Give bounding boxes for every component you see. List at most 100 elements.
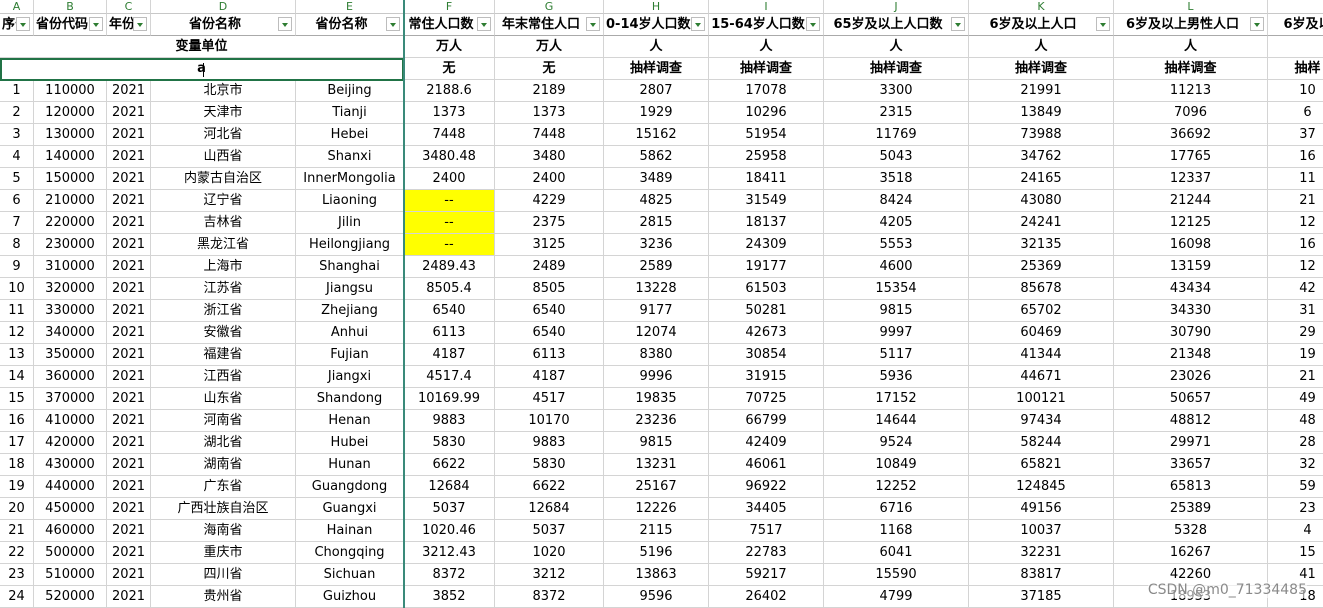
table-cell[interactable]: 25958 bbox=[709, 146, 824, 168]
table-cell[interactable]: 17 bbox=[0, 432, 34, 454]
table-cell[interactable]: Sichuan bbox=[296, 564, 404, 586]
table-cell[interactable]: 浙江省 bbox=[151, 300, 296, 322]
table-cell[interactable]: 2021 bbox=[107, 124, 151, 146]
table-cell[interactable]: Shanghai bbox=[296, 256, 404, 278]
table-cell[interactable]: 湖南省 bbox=[151, 454, 296, 476]
header-cell[interactable]: 65岁及以上人口数 bbox=[824, 14, 969, 36]
table-cell[interactable]: 130000 bbox=[34, 124, 107, 146]
table-cell[interactable]: 2021 bbox=[107, 190, 151, 212]
table-cell[interactable]: 14 bbox=[0, 366, 34, 388]
table-cell[interactable]: 21991 bbox=[969, 80, 1114, 102]
table-cell[interactable]: 4799 bbox=[824, 586, 969, 608]
table-cell[interactable]: 42 bbox=[1268, 278, 1323, 300]
table-cell[interactable]: Jiangxi bbox=[296, 366, 404, 388]
table-cell[interactable]: 210000 bbox=[34, 190, 107, 212]
table-cell[interactable]: 黑龙江省 bbox=[151, 234, 296, 256]
table-cell[interactable]: 23026 bbox=[1114, 366, 1268, 388]
table-cell[interactable]: 8372 bbox=[495, 586, 604, 608]
table-cell[interactable]: 42409 bbox=[709, 432, 824, 454]
table-cell[interactable]: 12125 bbox=[1114, 212, 1268, 234]
table-cell[interactable]: 9815 bbox=[824, 300, 969, 322]
table-cell[interactable]: 13231 bbox=[604, 454, 709, 476]
unit-cell[interactable]: 人 bbox=[969, 36, 1114, 58]
table-cell[interactable]: 2115 bbox=[604, 520, 709, 542]
table-cell[interactable]: 2189 bbox=[495, 80, 604, 102]
table-cell[interactable]: 100121 bbox=[969, 388, 1114, 410]
table-cell[interactable]: 广西壮族自治区 bbox=[151, 498, 296, 520]
filter-dropdown-icon[interactable] bbox=[386, 17, 400, 31]
table-cell[interactable]: 5196 bbox=[604, 542, 709, 564]
table-cell[interactable]: 广东省 bbox=[151, 476, 296, 498]
table-cell[interactable]: 11769 bbox=[824, 124, 969, 146]
column-letter-K[interactable]: K bbox=[969, 0, 1114, 14]
table-cell[interactable]: 3 bbox=[0, 124, 34, 146]
table-cell[interactable]: 20 bbox=[0, 498, 34, 520]
table-cell[interactable]: 吉林省 bbox=[151, 212, 296, 234]
table-cell[interactable]: 12074 bbox=[604, 322, 709, 344]
table-cell[interactable]: 21348 bbox=[1114, 344, 1268, 366]
column-letter-F[interactable]: F bbox=[404, 0, 495, 14]
table-cell[interactable]: 1373 bbox=[495, 102, 604, 124]
table-cell[interactable]: 7 bbox=[0, 212, 34, 234]
table-cell[interactable]: Zhejiang bbox=[296, 300, 404, 322]
table-cell[interactable]: 29971 bbox=[1114, 432, 1268, 454]
table-cell[interactable]: Fujian bbox=[296, 344, 404, 366]
table-cell[interactable]: 山西省 bbox=[151, 146, 296, 168]
table-cell[interactable]: 31 bbox=[1268, 300, 1323, 322]
filter-dropdown-icon[interactable] bbox=[1096, 17, 1110, 31]
table-cell[interactable]: 50281 bbox=[709, 300, 824, 322]
source-cell[interactable]: 无 bbox=[495, 58, 604, 80]
table-cell[interactable]: 49 bbox=[1268, 388, 1323, 410]
table-cell[interactable]: 22 bbox=[0, 542, 34, 564]
table-cell[interactable]: 15 bbox=[1268, 542, 1323, 564]
table-cell[interactable]: 37185 bbox=[969, 586, 1114, 608]
table-cell[interactable]: 16 bbox=[1268, 146, 1323, 168]
table-cell[interactable]: 3300 bbox=[824, 80, 969, 102]
table-cell[interactable]: 1373 bbox=[404, 102, 495, 124]
source-cell[interactable]: 抽样调查 bbox=[604, 58, 709, 80]
filter-dropdown-icon[interactable] bbox=[1250, 17, 1264, 31]
table-cell[interactable]: 上海市 bbox=[151, 256, 296, 278]
table-cell[interactable]: 5037 bbox=[495, 520, 604, 542]
table-cell[interactable]: 2021 bbox=[107, 278, 151, 300]
table-cell[interactable]: 2021 bbox=[107, 476, 151, 498]
table-cell[interactable]: 10296 bbox=[709, 102, 824, 124]
table-cell[interactable]: 17765 bbox=[1114, 146, 1268, 168]
table-cell[interactable]: 10 bbox=[1268, 80, 1323, 102]
table-cell[interactable]: Beijing bbox=[296, 80, 404, 102]
table-cell[interactable]: 230000 bbox=[34, 234, 107, 256]
header-cell[interactable]: 年末常住人口 bbox=[495, 14, 604, 36]
table-cell[interactable]: 2021 bbox=[107, 454, 151, 476]
header-cell[interactable]: 省份代码 bbox=[34, 14, 107, 36]
table-cell[interactable]: 1 bbox=[0, 80, 34, 102]
filter-dropdown-icon[interactable] bbox=[477, 17, 491, 31]
table-cell[interactable]: 430000 bbox=[34, 454, 107, 476]
table-cell[interactable]: 34405 bbox=[709, 498, 824, 520]
table-cell[interactable]: 2400 bbox=[404, 168, 495, 190]
table-cell[interactable]: 21244 bbox=[1114, 190, 1268, 212]
table-cell[interactable]: 13863 bbox=[604, 564, 709, 586]
header-cell[interactable]: 省份名称 bbox=[151, 14, 296, 36]
table-cell[interactable]: 6041 bbox=[824, 542, 969, 564]
table-cell[interactable]: 124845 bbox=[969, 476, 1114, 498]
table-cell[interactable]: 36692 bbox=[1114, 124, 1268, 146]
table-cell[interactable]: 66799 bbox=[709, 410, 824, 432]
table-cell[interactable]: 重庆市 bbox=[151, 542, 296, 564]
table-cell[interactable]: 2021 bbox=[107, 388, 151, 410]
table-cell[interactable]: 5328 bbox=[1114, 520, 1268, 542]
table-cell[interactable]: Chongqing bbox=[296, 542, 404, 564]
table-cell[interactable]: 21 bbox=[0, 520, 34, 542]
table-cell[interactable]: 73988 bbox=[969, 124, 1114, 146]
column-letter-B[interactable]: B bbox=[34, 0, 107, 14]
table-cell[interactable]: 4517 bbox=[495, 388, 604, 410]
table-cell[interactable]: 6716 bbox=[824, 498, 969, 520]
table-cell[interactable]: 24165 bbox=[969, 168, 1114, 190]
source-cell[interactable]: 无 bbox=[404, 58, 495, 80]
table-cell[interactable]: 2021 bbox=[107, 542, 151, 564]
header-cell[interactable]: 15-64岁人口数 bbox=[709, 14, 824, 36]
table-cell[interactable]: 500000 bbox=[34, 542, 107, 564]
table-cell[interactable]: 220000 bbox=[34, 212, 107, 234]
table-cell[interactable]: 83817 bbox=[969, 564, 1114, 586]
table-cell[interactable]: 9815 bbox=[604, 432, 709, 454]
table-cell[interactable]: 37 bbox=[1268, 124, 1323, 146]
